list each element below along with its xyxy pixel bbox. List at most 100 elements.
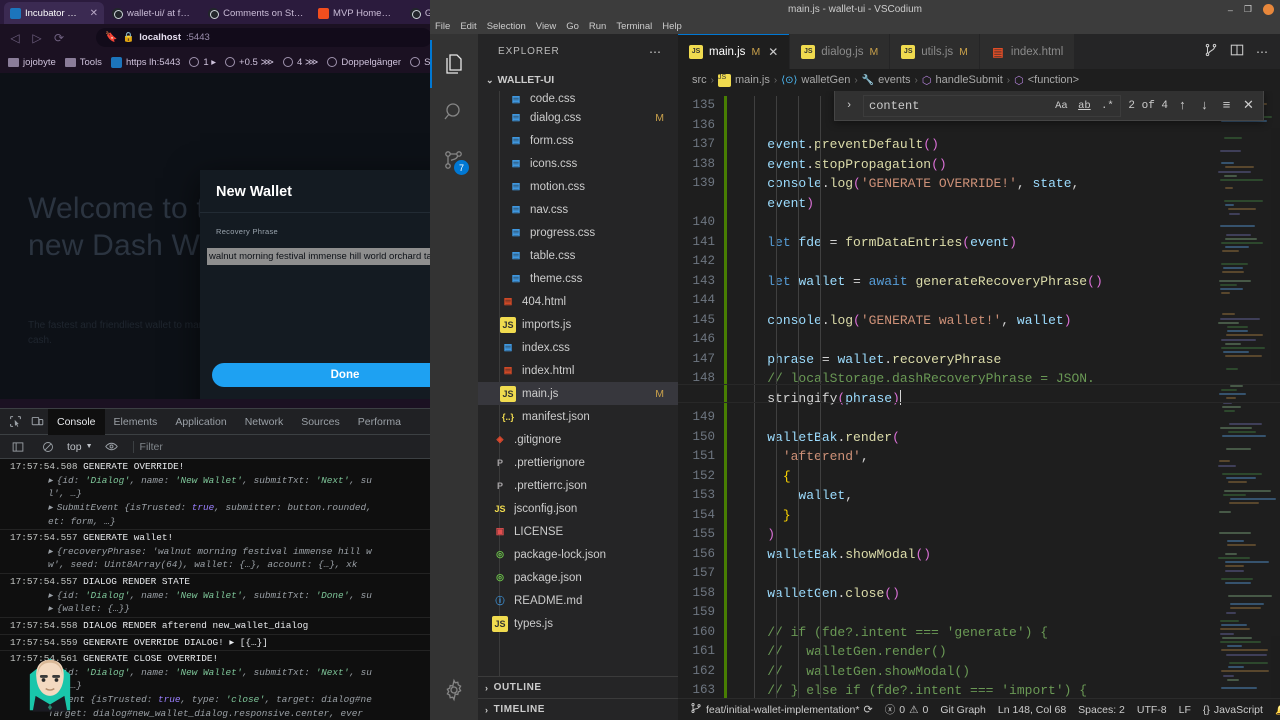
file-tree-item[interactable]: ⓘ README.md	[478, 589, 678, 612]
find-previous-icon[interactable]: ↑	[1175, 98, 1190, 113]
breadcrumb[interactable]: src › JS main.js › ⟨⊙⟩ walletGen › 🔧 events › ⬡ hand…	[678, 69, 1280, 91]
devtools-tab[interactable]: Performa	[349, 409, 410, 435]
code-line[interactable]: console.log('GENERATE OVERRIDE!', state,	[736, 174, 1280, 194]
expand-arrow-icon[interactable]: ▸	[48, 546, 53, 557]
sync-icon[interactable]: ⟳	[864, 703, 873, 716]
breadcrumb-item[interactable]: src	[692, 74, 707, 86]
sidebar-section[interactable]: › TIMELINE	[478, 698, 678, 720]
file-tree-item[interactable]: ◈ .gitignore	[478, 428, 678, 451]
close-icon[interactable]: ✕	[1241, 98, 1256, 113]
code-line[interactable]: // walletGen.render()	[736, 642, 1280, 662]
code-line[interactable]: )	[736, 525, 1280, 545]
file-tree-item[interactable]: P .prettierrc.json	[478, 474, 678, 497]
maximize-button[interactable]: ❐	[1244, 4, 1252, 15]
code-line[interactable]	[736, 408, 1280, 428]
file-tree-item[interactable]: ▤ code.css	[478, 92, 678, 106]
file-tree-item[interactable]: JS imports.js	[478, 313, 678, 336]
menu-item[interactable]: Help	[662, 21, 682, 32]
back-icon[interactable]: ◁	[8, 31, 22, 45]
file-tree-item[interactable]: ▤ theme.css	[478, 267, 678, 290]
log-object[interactable]: l', …}	[10, 487, 440, 501]
code-line[interactable]: // walletGen.showModal()	[736, 662, 1280, 682]
activity-explorer[interactable]	[430, 40, 478, 88]
find-input[interactable]: content Aa ab .*	[863, 95, 1121, 117]
more-actions-icon[interactable]: ⋯	[1256, 45, 1268, 59]
regex-icon[interactable]: .*	[1099, 100, 1115, 112]
log-object[interactable]: et: form, …}	[10, 515, 440, 529]
devtools-tab[interactable]: Elements	[105, 409, 167, 435]
find-in-selection-icon[interactable]: ≡	[1219, 98, 1234, 113]
sidebar-toggle-icon[interactable]	[7, 436, 29, 458]
explorer-more-icon[interactable]: ⋯	[649, 45, 662, 59]
recovery-phrase-value[interactable]: walnut morning festival immense hill wor…	[207, 248, 440, 265]
menu-item[interactable]: Selection	[487, 21, 526, 32]
file-tree-item[interactable]: ◎ package.json	[478, 566, 678, 589]
bookmark-item[interactable]: 4 ⋙	[283, 57, 318, 68]
reload-icon[interactable]: ⟳	[52, 31, 66, 45]
status-indentation[interactable]: Spaces: 2	[1072, 704, 1131, 716]
menu-item[interactable]: Edit	[460, 21, 476, 32]
code-line[interactable]: // if (fde?.intent === 'generate') {	[736, 623, 1280, 643]
breadcrumb-item[interactable]: 🔧 events	[862, 74, 911, 86]
code-line[interactable]: let fde = formDataEntries(event)	[736, 233, 1280, 253]
split-editor-icon[interactable]	[1204, 43, 1218, 60]
code-line[interactable]	[736, 252, 1280, 272]
bookmark-item[interactable]: 1 ▸	[189, 57, 216, 68]
code-line[interactable]: event.stopPropagation()	[736, 155, 1280, 175]
editor-tab[interactable]: JS utils.js M	[890, 34, 980, 69]
code-line[interactable]	[736, 291, 1280, 311]
file-tree-item[interactable]: P .prettierignore	[478, 451, 678, 474]
file-tree-item[interactable]: JS main.js M	[478, 382, 678, 405]
code-line[interactable]: walletBak.showModal()	[736, 545, 1280, 565]
log-object[interactable]: ▸{id: 'Dialog', name: 'New Wallet', subm…	[10, 474, 440, 488]
sidebar-section[interactable]: › OUTLINE	[478, 676, 678, 698]
devtools-tab[interactable]: Network	[236, 409, 293, 435]
breadcrumb-item[interactable]: ⟨⊙⟩ walletGen	[781, 74, 850, 86]
menu-item[interactable]: View	[536, 21, 556, 32]
bookmark-icon[interactable]: 🔖	[105, 32, 117, 43]
log-object[interactable]: ▸ {wallet: {…}}	[10, 602, 440, 616]
code-line[interactable]: walletBak.render(	[736, 428, 1280, 448]
minimize-button[interactable]: –	[1228, 5, 1233, 15]
browser-tab[interactable]: MVP Homepage - Das	[312, 2, 402, 24]
activity-source-control[interactable]: 7	[430, 136, 478, 184]
file-tree[interactable]: ▤ code.css ▤ dialog.css M ▤ form.css ▤ icons.css…	[478, 91, 678, 676]
close-icon[interactable]	[1263, 4, 1274, 15]
browser-tab[interactable]: Comments on Stage 1 - Issu	[202, 2, 310, 24]
done-button[interactable]: Done	[212, 363, 440, 387]
file-tree-item[interactable]: ▤ progress.css	[478, 221, 678, 244]
url-bar[interactable]: 🔖 🔒 localhost :5443	[96, 28, 432, 47]
file-tree-item[interactable]: ▤ icons.css	[478, 152, 678, 175]
breadcrumb-item[interactable]: JS main.js	[718, 74, 770, 87]
workspace-root[interactable]: ⌄ WALLET-UI	[478, 69, 678, 91]
code-line[interactable]	[736, 330, 1280, 350]
code-line[interactable]: event)	[736, 194, 1280, 214]
code-line[interactable]: event.preventDefault()	[736, 135, 1280, 155]
close-icon[interactable]: ✕	[90, 8, 98, 19]
breadcrumb-item[interactable]: ⬡ handleSubmit	[922, 74, 1003, 87]
file-tree-item[interactable]: {..} manifest.json	[478, 405, 678, 428]
bookmark-item[interactable]: +0.5 ⋙	[225, 57, 274, 68]
bell-icon[interactable]: 🔔	[1269, 703, 1280, 716]
code-line[interactable]: // } else if (fde?.intent === 'import') …	[736, 681, 1280, 698]
file-tree-item[interactable]: JS jsconfig.json	[478, 497, 678, 520]
devtools-tab[interactable]: Console	[48, 409, 105, 435]
status-cursor-position[interactable]: Ln 148, Col 68	[992, 704, 1072, 716]
clear-console-icon[interactable]	[37, 436, 59, 458]
log-object[interactable]: ▸ SubmitEvent {isTrusted: true, submitter…	[10, 501, 440, 515]
file-tree-item[interactable]: ▤ nav.css	[478, 198, 678, 221]
code-line[interactable]: phrase = wallet.recoveryPhrase	[736, 350, 1280, 370]
inspect-icon[interactable]	[4, 411, 26, 433]
status-problems[interactable]: ⓧ 0 ⚠ 0	[879, 702, 935, 717]
whole-word-icon[interactable]: ab	[1076, 100, 1092, 112]
devtools-tab[interactable]: Sources	[292, 409, 349, 435]
editor-tab[interactable]: ▤ index.html	[980, 34, 1075, 69]
menu-item[interactable]: Go	[566, 21, 579, 32]
file-tree-item[interactable]: ▤ table.css	[478, 244, 678, 267]
eye-icon[interactable]	[101, 436, 123, 458]
code-line[interactable]: {	[736, 467, 1280, 487]
code-line[interactable]: let wallet = await generateRecoveryPhras…	[736, 272, 1280, 292]
status-git-graph[interactable]: Git Graph	[934, 704, 992, 716]
expand-arrow-icon[interactable]: ▸	[48, 475, 53, 486]
code-line[interactable]: walletGen.close()	[736, 584, 1280, 604]
